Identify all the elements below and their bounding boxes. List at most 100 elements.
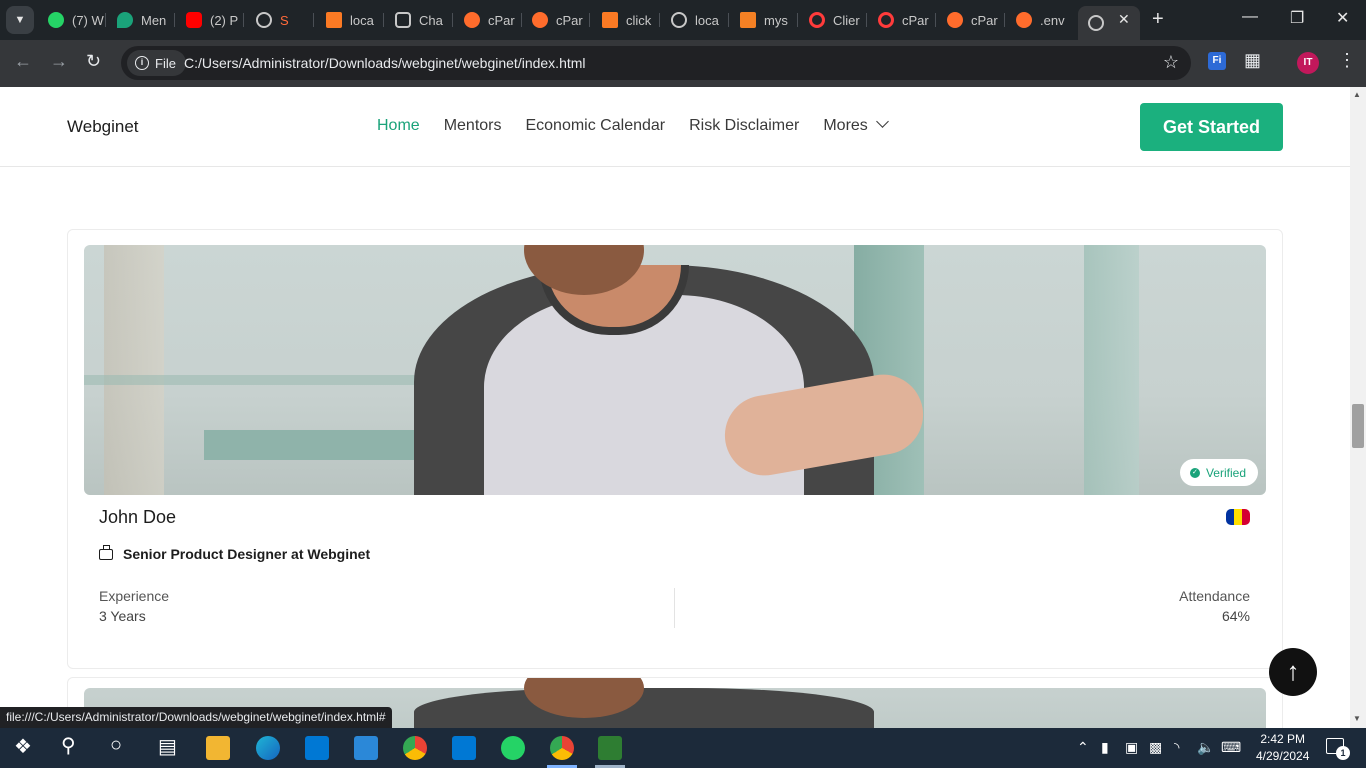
tab-2[interactable]: Men bbox=[107, 6, 175, 34]
site-info-chip[interactable]: i File bbox=[127, 50, 186, 76]
tab-4[interactable]: S bbox=[246, 6, 314, 34]
device-icon[interactable]: ▣ bbox=[1125, 739, 1138, 756]
tab-14[interactable]: cPar bbox=[937, 6, 1005, 34]
windows-taskbar: ❖ ⚲ ○ ▤ ⌃ ▮ ▣ ▩ ◝ 🔈 ⌨ 2:42 PM 4/29/2024 … bbox=[0, 728, 1366, 768]
store-icon[interactable] bbox=[305, 736, 329, 760]
tab-15[interactable]: .env bbox=[1006, 6, 1074, 34]
xampp-icon bbox=[326, 12, 342, 28]
opera-icon bbox=[878, 12, 894, 28]
globe-icon bbox=[1088, 15, 1104, 31]
extensions-puzzle-icon[interactable]: ▦ bbox=[1244, 50, 1261, 71]
mail-icon[interactable] bbox=[354, 736, 378, 760]
close-window-icon[interactable]: ✕ bbox=[1336, 8, 1349, 28]
url-text[interactable]: C:/Users/Administrator/Downloads/webgine… bbox=[184, 55, 586, 71]
site-brand[interactable]: Webginet bbox=[67, 117, 139, 137]
search-icon[interactable]: ⚲ bbox=[61, 733, 76, 758]
get-started-button[interactable]: Get Started bbox=[1140, 103, 1283, 151]
tab-10[interactable]: loca bbox=[661, 6, 729, 34]
forward-icon[interactable]: → bbox=[50, 51, 68, 72]
scroll-up-arrow-icon[interactable]: ▲ bbox=[1353, 90, 1361, 99]
stackoverflow-icon bbox=[740, 12, 756, 28]
attendance-value: 64% bbox=[1221, 608, 1250, 624]
tab-6[interactable]: Cha bbox=[385, 6, 453, 34]
tab-12[interactable]: Clier bbox=[799, 6, 867, 34]
show-hidden-icons-icon[interactable]: ⌃ bbox=[1077, 739, 1089, 756]
tab-active[interactable] bbox=[1078, 6, 1140, 40]
browser-tab-strip: ▼ (7) W Men (2) P S loca Cha cPar cPar c… bbox=[0, 0, 1366, 40]
back-icon[interactable]: ← bbox=[14, 51, 32, 72]
sheet-app-icon[interactable] bbox=[598, 736, 622, 760]
nav-economic-calendar[interactable]: Economic Calendar bbox=[525, 117, 665, 135]
country-flag-icon bbox=[1226, 509, 1250, 525]
restore-icon[interactable]: ❐ bbox=[1290, 8, 1304, 28]
globe-icon bbox=[256, 12, 272, 28]
cpanel-icon bbox=[532, 12, 548, 28]
browser-menu-icon[interactable]: ⋮ bbox=[1338, 50, 1356, 71]
volume-icon[interactable]: 🔈 bbox=[1197, 739, 1214, 756]
scroll-down-arrow-icon[interactable]: ▼ bbox=[1353, 714, 1361, 723]
tab-5[interactable]: loca bbox=[316, 6, 384, 34]
edge-icon[interactable] bbox=[256, 736, 280, 760]
mentor-card[interactable]: ✓ Verified John Doe Senior Product Desig… bbox=[67, 229, 1283, 669]
experience-value: 3 Years bbox=[99, 608, 146, 624]
mentor-name[interactable]: John Doe bbox=[99, 507, 176, 528]
battery-icon[interactable]: ▮ bbox=[1101, 739, 1109, 756]
scrollbar-thumb[interactable] bbox=[1352, 404, 1364, 448]
keyboard-icon[interactable]: ⌨ bbox=[1221, 739, 1241, 756]
main-nav: Home Mentors Economic Calendar Risk Disc… bbox=[377, 115, 889, 135]
vscode-icon[interactable] bbox=[452, 736, 476, 760]
tab-11[interactable]: mys bbox=[730, 6, 798, 34]
xampp-icon bbox=[602, 12, 618, 28]
bookmark-star-icon[interactable]: ☆ bbox=[1163, 52, 1179, 73]
mentor-role: Senior Product Designer at Webginet bbox=[99, 544, 370, 562]
tab-search-button[interactable]: ▼ bbox=[6, 6, 34, 34]
cpanel-icon bbox=[947, 12, 963, 28]
scroll-to-top-button[interactable]: ↑ bbox=[1269, 648, 1317, 696]
chatgpt-icon bbox=[395, 12, 411, 28]
windows-start-icon[interactable]: ❖ bbox=[14, 734, 32, 759]
attendance-label: Attendance bbox=[1179, 588, 1250, 604]
task-view-icon[interactable]: ▤ bbox=[158, 734, 177, 759]
nav-home[interactable]: Home bbox=[377, 117, 420, 135]
youtube-icon bbox=[186, 12, 202, 28]
minimize-icon[interactable]: — bbox=[1242, 8, 1258, 26]
close-tab-icon[interactable]: ✕ bbox=[1118, 11, 1130, 28]
briefcase-icon bbox=[99, 544, 113, 560]
wifi-icon[interactable]: ◝ bbox=[1174, 739, 1179, 756]
address-bar[interactable]: i File C:/Users/Administrator/Downloads/… bbox=[121, 46, 1191, 80]
tab-1[interactable]: (7) W bbox=[38, 6, 106, 34]
mentor-photo: ✓ Verified bbox=[84, 245, 1266, 495]
tab-3[interactable]: (2) P bbox=[176, 6, 244, 34]
browser-toolbar: ← → ↻ i File C:/Users/Administrator/Down… bbox=[0, 40, 1366, 87]
chevron-down-icon bbox=[875, 115, 889, 128]
link-status-bar: file:///C:/Users/Administrator/Downloads… bbox=[0, 707, 392, 728]
verified-badge: ✓ Verified bbox=[1179, 459, 1258, 486]
extension-fi-icon[interactable]: Fi bbox=[1208, 52, 1226, 70]
tab-9[interactable]: click bbox=[592, 6, 660, 34]
nav-risk-disclaimer[interactable]: Risk Disclaimer bbox=[689, 117, 799, 135]
update-icon[interactable]: ▩ bbox=[1149, 739, 1162, 756]
profile-avatar[interactable]: IT bbox=[1297, 52, 1319, 74]
file-explorer-icon[interactable] bbox=[206, 736, 230, 760]
reload-icon[interactable]: ↻ bbox=[86, 51, 101, 72]
tab-8[interactable]: cPar bbox=[522, 6, 590, 34]
system-clock[interactable]: 2:42 PM 4/29/2024 bbox=[1256, 731, 1309, 765]
chrome-profile-icon[interactable] bbox=[550, 736, 574, 760]
new-tab-button[interactable]: + bbox=[1152, 8, 1164, 31]
site-header: Webginet Home Mentors Economic Calendar … bbox=[0, 87, 1350, 167]
cpanel-icon bbox=[464, 12, 480, 28]
whatsapp-icon bbox=[48, 12, 64, 28]
cortana-icon[interactable]: ○ bbox=[110, 734, 122, 757]
whatsapp-taskbar-icon[interactable] bbox=[501, 736, 525, 760]
tab-7[interactable]: cPar bbox=[454, 6, 522, 34]
cpanel-icon bbox=[1016, 12, 1032, 28]
tab-13[interactable]: cPar bbox=[868, 6, 936, 34]
notification-count-badge: 1 bbox=[1336, 746, 1350, 760]
nav-mores-dropdown[interactable]: Mores bbox=[823, 115, 889, 135]
nav-mentors[interactable]: Mentors bbox=[444, 117, 502, 135]
info-icon: i bbox=[135, 56, 149, 70]
chrome-icon[interactable] bbox=[403, 736, 427, 760]
experience-label: Experience bbox=[99, 588, 170, 604]
check-circle-icon: ✓ bbox=[1189, 467, 1200, 478]
web-page: Webginet Home Mentors Economic Calendar … bbox=[0, 87, 1350, 728]
